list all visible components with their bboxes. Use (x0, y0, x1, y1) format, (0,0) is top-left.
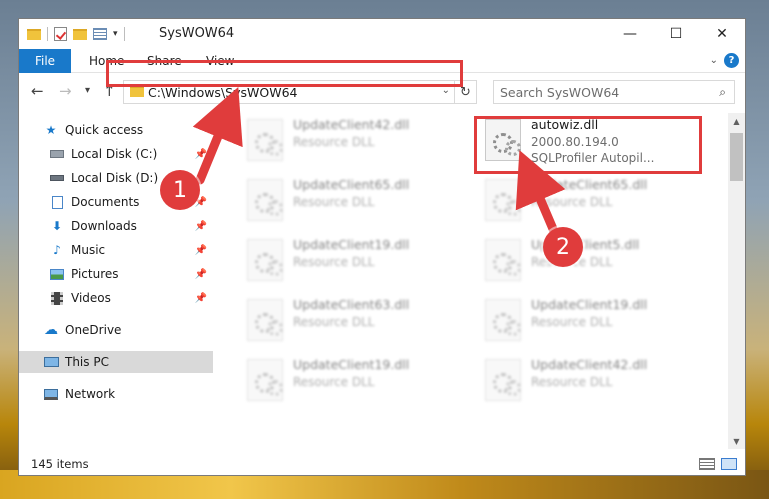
callout-arrow-2 (515, 150, 566, 241)
callout-badge-2: 2 (543, 227, 583, 267)
callout-arrow-1 (192, 87, 243, 185)
callout-badge-1: 1 (160, 170, 200, 210)
callout-arrows (192, 87, 566, 241)
